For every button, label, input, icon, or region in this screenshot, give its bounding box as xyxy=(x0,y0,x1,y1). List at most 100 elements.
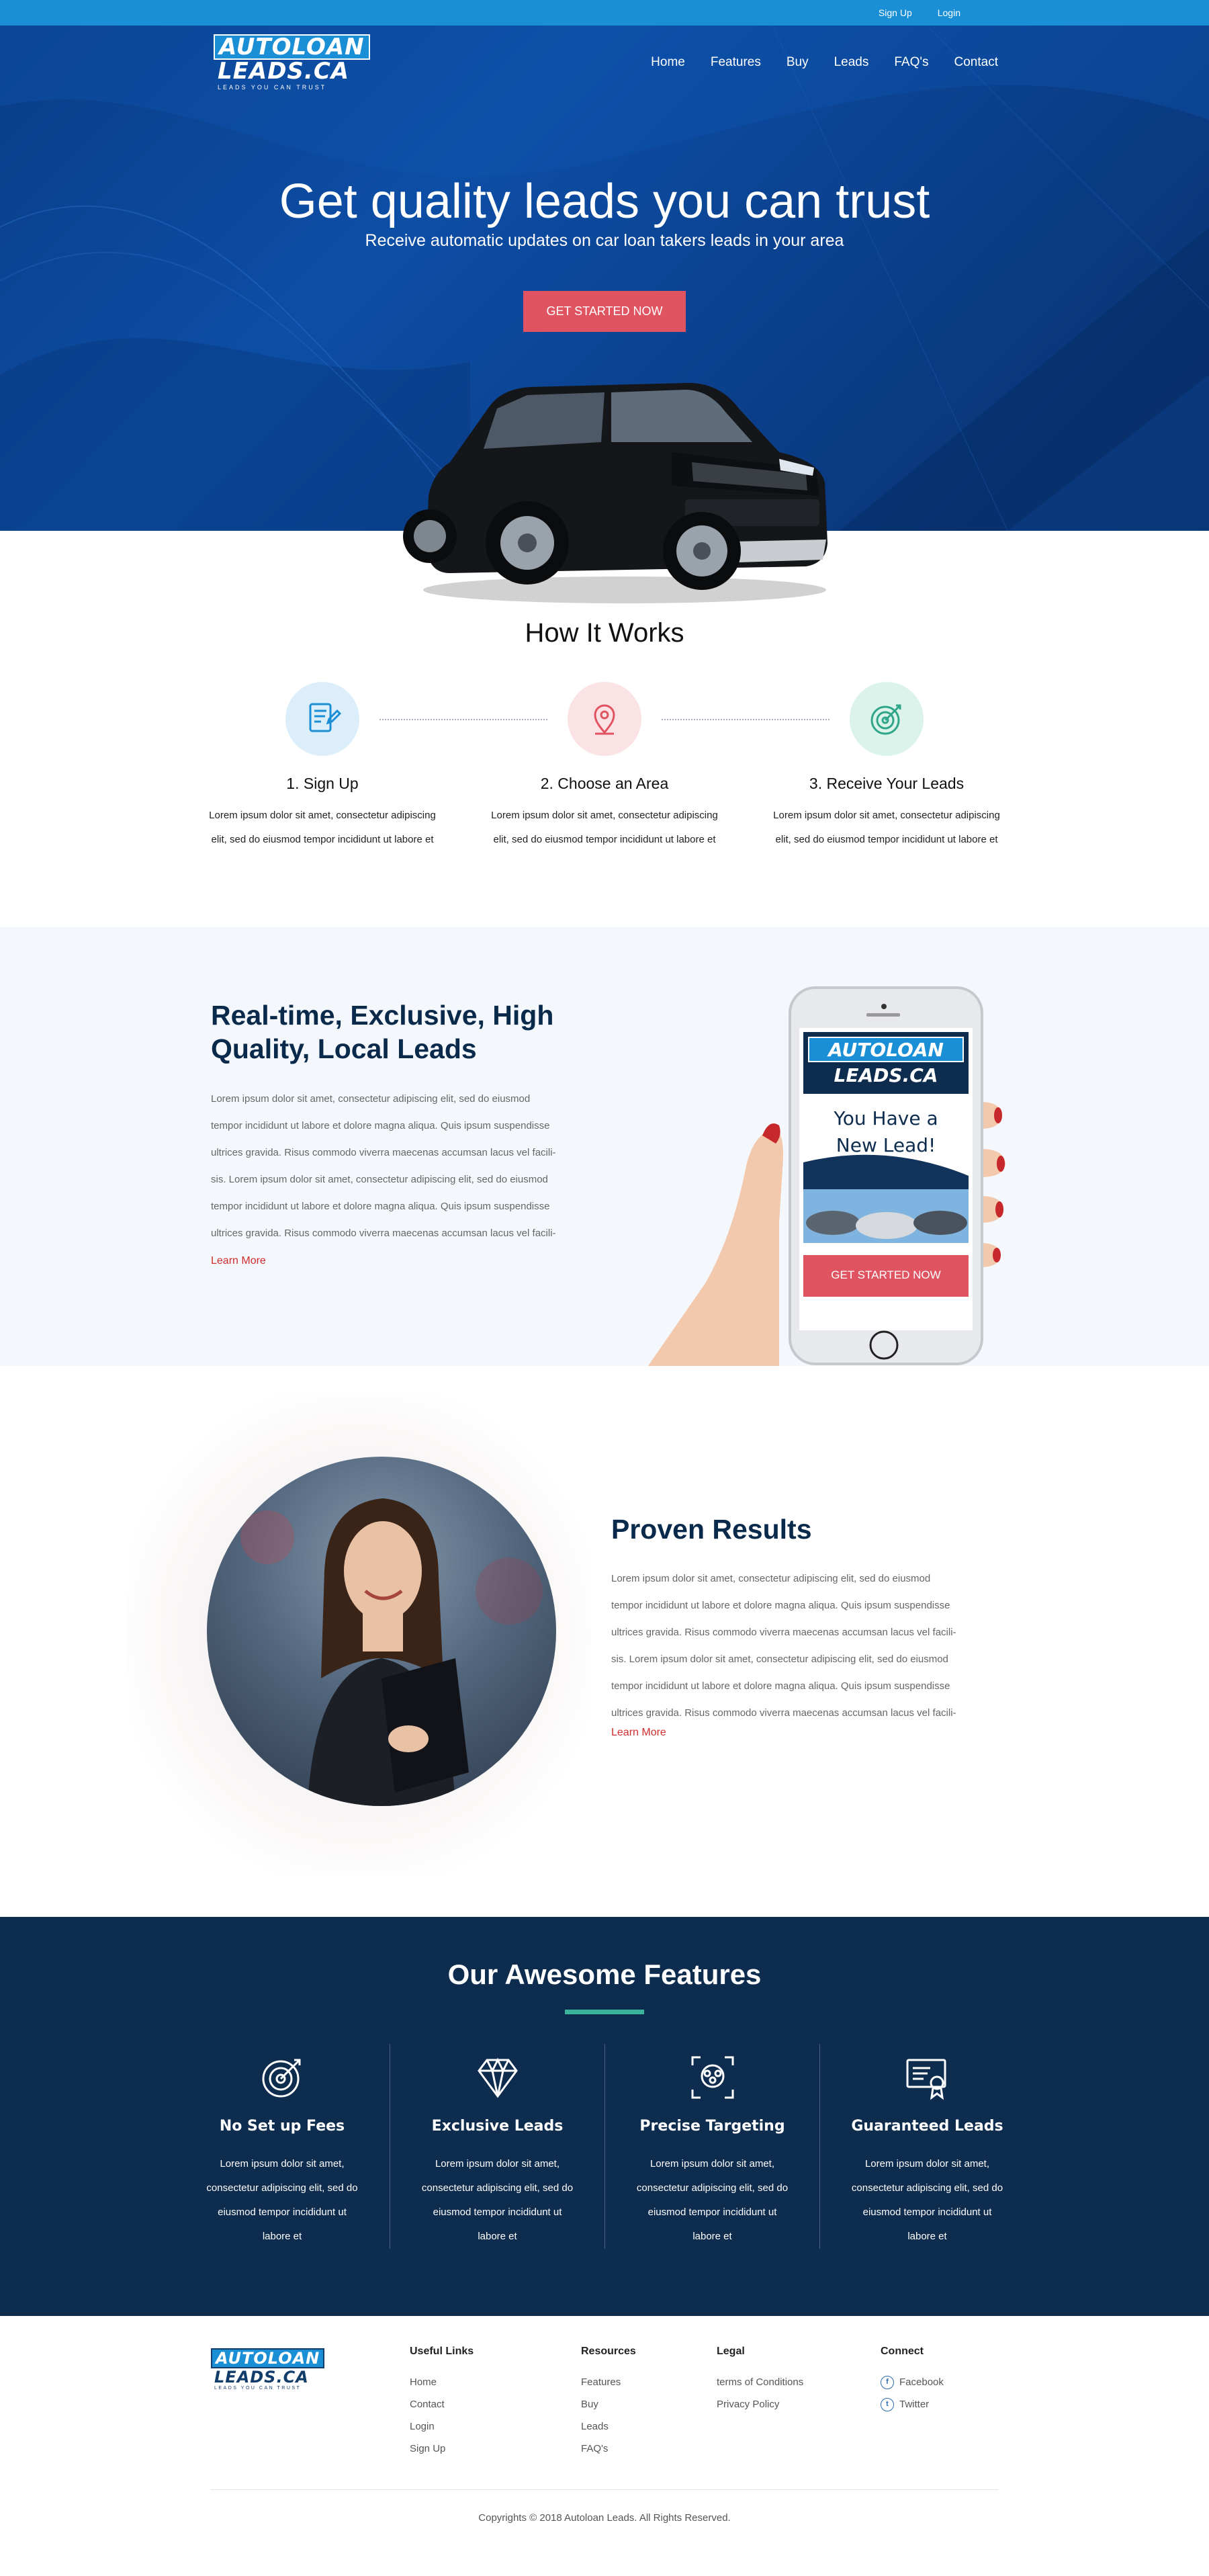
how-title: How It Works xyxy=(525,618,684,648)
nav-contact[interactable]: Contact xyxy=(954,55,998,70)
footer-heading: Resources xyxy=(581,2346,636,2357)
title-underline xyxy=(565,2010,644,2014)
svg-text:LEADS.CA: LEADS.CA xyxy=(834,1064,938,1086)
phone-line2: New Lead! xyxy=(836,1134,936,1156)
group-focus-icon xyxy=(686,2051,740,2104)
step-text: Lorem ipsum dolor sit amet, consectetur … xyxy=(491,810,718,845)
social-label: Twitter xyxy=(899,2399,930,2410)
body-line: ultrices gravida. Risus commodo viverra … xyxy=(211,1147,556,1158)
signup-link[interactable]: Sign Up xyxy=(879,7,912,18)
top-bar: Sign Up Login xyxy=(0,0,1209,26)
body-line: ultrices gravida. Risus commodo viverra … xyxy=(211,1228,556,1239)
features-title: Our Awesome Features xyxy=(447,1959,762,1990)
feature-title: Precise Targeting xyxy=(639,2118,785,2135)
phone-in-hand-image: AUTOLOAN LEADS.CA You Have a New Lead! G… xyxy=(645,968,1021,1366)
steps-row: 1. Sign Up Lorem ipsum dolor sit amet, c… xyxy=(0,682,1209,852)
brand-logo[interactable]: AUTOLOAN LEADS.CA LEADS YOU CAN TRUST xyxy=(214,34,370,91)
body-line: sis. Lorem ipsum dolor sit amet, consect… xyxy=(611,1654,948,1665)
social-label: Facebook xyxy=(899,2376,944,2388)
footer-link-terms[interactable]: terms of Conditions xyxy=(717,2371,803,2393)
logo-line1: AUTOLOAN xyxy=(214,34,370,60)
target-icon xyxy=(255,2051,309,2104)
footer-link-buy[interactable]: Buy xyxy=(581,2393,636,2415)
body-line: tempor incididunt ut labore et dolore ma… xyxy=(211,1120,550,1131)
feature-text: Lorem ipsum dolor sit amet, consectetur … xyxy=(206,2158,358,2242)
document-pen-icon xyxy=(285,682,359,756)
footer-link-faqs[interactable]: FAQ's xyxy=(581,2438,636,2460)
feature-text: Lorem ipsum dolor sit amet, consectetur … xyxy=(851,2158,1003,2242)
footer-connect: Connect f Facebook t Twitter xyxy=(881,2346,944,2415)
footer-heading: Connect xyxy=(881,2346,924,2357)
nav-leads[interactable]: Leads xyxy=(834,55,869,70)
footer-link-home[interactable]: Home xyxy=(410,2371,474,2393)
proven-content: Proven Results Lorem ipsum dolor sit ame… xyxy=(611,1514,1031,1739)
footer-link-facebook[interactable]: f Facebook xyxy=(881,2371,944,2393)
feature-precise-targeting: Precise Targeting Lorem ipsum dolor sit … xyxy=(604,2044,819,2249)
realtime-title: Real-time, Exclusive, High Quality, Loca… xyxy=(211,1000,554,1064)
get-started-button[interactable]: GET STARTED NOW xyxy=(523,291,686,332)
step-receive-leads: 3. Receive Your Leads Lorem ipsum dolor … xyxy=(771,682,1002,852)
site-footer: AUTOLOAN LEADS.CA LEADS YOU CAN TRUST Us… xyxy=(0,2316,1209,2544)
nav-faqs[interactable]: FAQ's xyxy=(894,55,928,70)
footer-link-features[interactable]: Features xyxy=(581,2371,636,2393)
feature-title: Guaranteed Leads xyxy=(851,2118,1003,2135)
footer-logo[interactable]: AUTOLOAN LEADS.CA LEADS YOU CAN TRUST xyxy=(211,2348,325,2391)
nav-home[interactable]: Home xyxy=(651,55,685,70)
step-text: Lorem ipsum dolor sit amet, consectetur … xyxy=(209,810,436,845)
login-link[interactable]: Login xyxy=(938,7,960,18)
body-line: tempor incididunt ut labore et dolore ma… xyxy=(611,1600,950,1611)
body-line: Lorem ipsum dolor sit amet, consectetur … xyxy=(211,1093,531,1105)
step-connector xyxy=(662,719,830,720)
footer-resources: Resources Features Buy Leads FAQ's xyxy=(581,2346,636,2460)
nav-features[interactable]: Features xyxy=(711,55,761,70)
logo-line2: LEADS.CA xyxy=(218,58,350,85)
logo-tagline: LEADS YOU CAN TRUST xyxy=(218,84,327,91)
footer-useful-links: Useful Links Home Contact Login Sign Up xyxy=(410,2346,474,2460)
step-title: 3. Receive Your Leads xyxy=(809,775,965,792)
footer-link-twitter[interactable]: t Twitter xyxy=(881,2393,944,2415)
realtime-content: Real-time, Exclusive, High Quality, Loca… xyxy=(211,998,627,1267)
nav-buy[interactable]: Buy xyxy=(787,55,809,70)
body-line: tempor incididunt ut labore et dolore ma… xyxy=(211,1201,550,1212)
phone-message: You Have a New Lead! xyxy=(803,1105,969,1159)
footer-link-privacy[interactable]: Privacy Policy xyxy=(717,2393,803,2415)
hero-subtitle: Receive automatic updates on car loan ta… xyxy=(365,231,844,250)
footer-legal: Legal terms of Conditions Privacy Policy xyxy=(717,2346,803,2415)
businesswoman-photo xyxy=(207,1457,556,1806)
feature-guaranteed-leads: Guaranteed Leads Lorem ipsum dolor sit a… xyxy=(819,2044,1034,2249)
feature-text: Lorem ipsum dolor sit amet, consectetur … xyxy=(421,2158,574,2242)
svg-text:AUTOLOAN: AUTOLOAN xyxy=(827,1039,944,1061)
feature-title: Exclusive Leads xyxy=(431,2118,564,2135)
diamond-icon xyxy=(471,2051,525,2104)
logo-tagline: LEADS YOU CAN TRUST xyxy=(214,2386,302,2391)
step-choose-area: 2. Choose an Area Lorem ipsum dolor sit … xyxy=(489,682,720,852)
copyright-text: Copyrights © 2018 Autoloan Leads. All Ri… xyxy=(478,2512,731,2524)
learn-more-link[interactable]: Learn More xyxy=(611,1727,666,1739)
learn-more-link[interactable]: Learn More xyxy=(211,1255,266,1267)
phone-cta: GET STARTED NOW xyxy=(831,1269,941,1281)
footer-link-leads[interactable]: Leads xyxy=(581,2415,636,2438)
feature-no-setup-fees: No Set up Fees Lorem ipsum dolor sit ame… xyxy=(175,2044,390,2249)
step-title: 2. Choose an Area xyxy=(540,775,669,792)
feature-title: No Set up Fees xyxy=(219,2118,345,2135)
step-signup: 1. Sign Up Lorem ipsum dolor sit amet, c… xyxy=(207,682,438,852)
body-line: ultrices gravida. Risus commodo viverra … xyxy=(611,1627,956,1638)
main-nav: Home Features Buy Leads FAQ's Contact xyxy=(651,55,998,70)
proven-body: Lorem ipsum dolor sit amet, consectetur … xyxy=(611,1565,1031,1727)
footer-divider xyxy=(211,2489,998,2490)
feature-text: Lorem ipsum dolor sit amet, consectetur … xyxy=(636,2158,789,2242)
footer-link-login[interactable]: Login xyxy=(410,2415,474,2438)
certificate-icon xyxy=(901,2051,954,2104)
hero-content: Get quality leads you can trust Receive … xyxy=(0,173,1209,332)
logo-line1: AUTOLOAN xyxy=(211,2348,325,2368)
hero-title: Get quality leads you can trust xyxy=(279,175,930,228)
proven-results-section: Proven Results Lorem ipsum dolor sit ame… xyxy=(0,1366,1209,1917)
body-line: tempor incididunt ut labore et dolore ma… xyxy=(611,1680,950,1692)
footer-link-signup[interactable]: Sign Up xyxy=(410,2438,474,2460)
footer-link-contact[interactable]: Contact xyxy=(410,2393,474,2415)
facebook-icon: f xyxy=(881,2375,894,2389)
target-icon xyxy=(850,682,924,756)
hero-section: AUTOLOAN LEADS.CA LEADS YOU CAN TRUST Ho… xyxy=(0,26,1209,603)
footer-heading: Legal xyxy=(717,2346,745,2357)
twitter-icon: t xyxy=(881,2397,894,2411)
